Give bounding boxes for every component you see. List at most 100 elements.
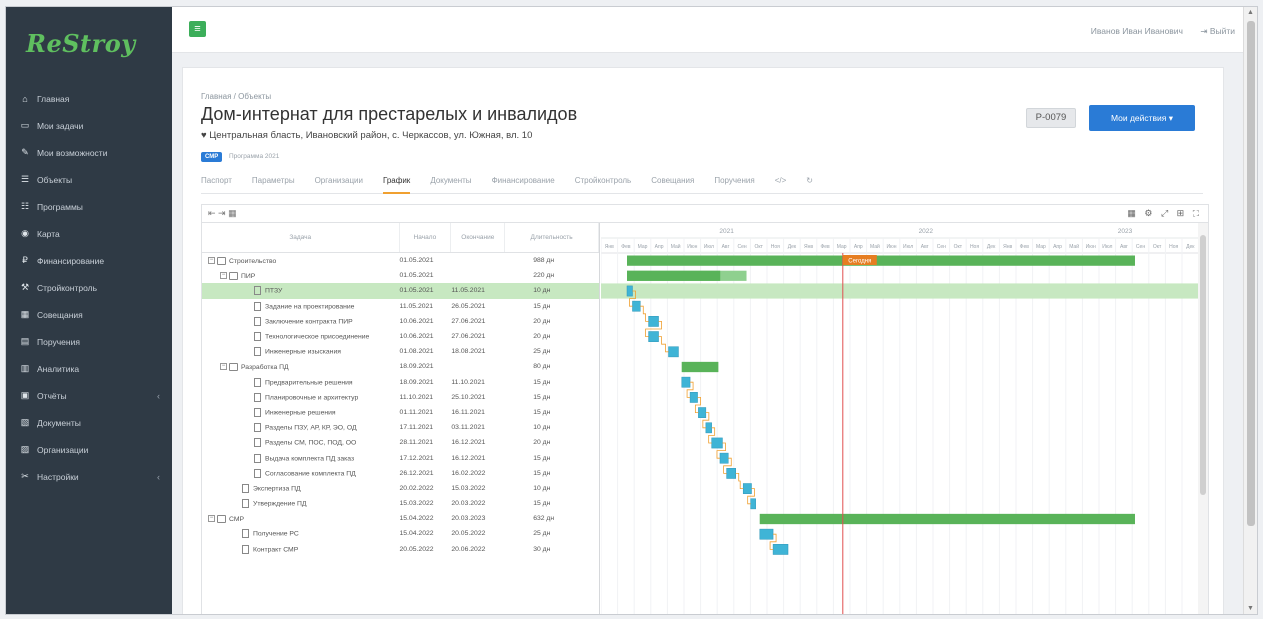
breadcrumb[interactable]: Главная / Объекты	[201, 92, 271, 101]
sidebar-item-9[interactable]: ▤ Поручения	[6, 328, 172, 355]
gantt-row[interactable]: Предварительные решения 18.09.2021 11.10.2…	[202, 375, 599, 390]
task-duration-cell[interactable]: 15 дн	[505, 455, 599, 462]
task-end-cell[interactable]: 20.03.2023	[451, 515, 505, 522]
task-start-cell[interactable]: 01.05.2021	[399, 257, 451, 264]
task-end-cell[interactable]: 11.10.2021	[451, 379, 505, 386]
collapse-toggle-icon[interactable]: −	[208, 515, 215, 523]
scroll-up-arrow-icon[interactable]: ▲	[1247, 9, 1254, 16]
task-name-cell[interactable]: Технологическое присоединение	[202, 332, 400, 342]
task-start-cell[interactable]: 01.11.2021	[400, 409, 452, 416]
gantt-row[interactable]: Заключение контракта ПИР 10.06.2021 27.06.…	[202, 314, 599, 329]
tab-8[interactable]: Поручения	[714, 168, 754, 194]
sidebar-item-11[interactable]: ▣ Отчёты ‹	[6, 382, 172, 409]
task-start-cell[interactable]: 28.11.2021	[400, 439, 452, 446]
gantt-row[interactable]: Задание на проектирование 11.05.2021 26.05…	[202, 299, 599, 314]
tab-9[interactable]: </>	[775, 168, 787, 194]
task-duration-cell[interactable]: 20 дн	[505, 318, 599, 325]
task-start-cell[interactable]: 17.12.2021	[400, 455, 452, 462]
tab-0[interactable]: Паспорт	[201, 168, 232, 194]
logout-link[interactable]: ⇥ Выйти	[1200, 26, 1235, 37]
task-start-cell[interactable]: 15.03.2022	[400, 500, 452, 507]
task-name-cell[interactable]: − Строительство	[202, 256, 399, 265]
task-duration-cell[interactable]: 10 дн	[505, 424, 599, 431]
gantt-row[interactable]: Согласование комплекта ПД 26.12.2021 16.02…	[202, 466, 599, 481]
menu-toggle-button[interactable]: ≡	[189, 21, 206, 37]
task-end-cell[interactable]: 03.11.2021	[451, 424, 505, 431]
gantt-row[interactable]: Экспертиза ПД 20.02.2022 15.03.2022 10 дн	[202, 481, 599, 496]
user-name[interactable]: Иванов Иван Иванович	[1091, 26, 1183, 36]
task-duration-cell[interactable]: 80 дн	[505, 363, 599, 370]
sidebar-item-6[interactable]: ₽ Финансирование	[6, 247, 172, 274]
task-start-cell[interactable]: 18.09.2021	[399, 363, 451, 370]
gantt-timeline[interactable]: 2021 2022 2023 Янв Фев Мар Апр Май Июн Июл Авг Сен О…	[601, 223, 1198, 614]
task-end-cell[interactable]: 20.06.2022	[451, 546, 505, 553]
gantt-row[interactable]: Инженерные решения 01.11.2021 16.11.2021 15…	[202, 405, 599, 420]
task-name-cell[interactable]: Утверждение ПД	[202, 499, 400, 509]
gantt-row[interactable]: Контракт СМР 20.05.2022 20.06.2022 30 дн	[202, 542, 599, 557]
task-duration-cell[interactable]: 15 дн	[505, 303, 599, 310]
task-duration-cell[interactable]: 988 дн	[505, 257, 599, 264]
gantt-row[interactable]: − Строительство 01.05.2021 988 дн	[202, 253, 599, 268]
task-duration-cell[interactable]: 15 дн	[505, 500, 599, 507]
task-start-cell[interactable]: 10.06.2021	[400, 333, 452, 340]
task-name-cell[interactable]: Задание на проектирование	[202, 301, 400, 311]
gantt-row[interactable]: Получение РС 15.04.2022 20.05.2022 25 дн	[202, 526, 599, 541]
task-duration-cell[interactable]: 20 дн	[505, 333, 599, 340]
task-duration-cell[interactable]: 10 дн	[505, 287, 599, 294]
sidebar-item-13[interactable]: ▨ Организации	[6, 436, 172, 463]
task-duration-cell[interactable]: 632 дн	[505, 515, 599, 522]
tab-5[interactable]: Финансирование	[492, 168, 555, 194]
tab-4[interactable]: Документы	[430, 168, 471, 194]
gantt-row[interactable]: − СМР 15.04.2022 20.03.2023 632 дн	[202, 511, 599, 526]
task-end-cell[interactable]: 20.05.2022	[451, 530, 505, 537]
task-end-cell[interactable]: 18.08.2021	[451, 348, 505, 355]
collapse-toggle-icon[interactable]: −	[208, 257, 215, 265]
column-header-task[interactable]: Задача	[202, 223, 400, 252]
task-name-cell[interactable]: Получение РС	[202, 529, 400, 539]
task-duration-cell[interactable]: 25 дн	[505, 530, 599, 537]
sidebar-item-12[interactable]: ▧ Документы	[6, 409, 172, 436]
task-name-cell[interactable]: Заключение контракта ПИР	[202, 316, 400, 326]
scroll-down-arrow-icon[interactable]: ▼	[1247, 605, 1254, 612]
task-name-cell[interactable]: Планировочные и архитектур	[202, 392, 400, 402]
sidebar-item-1[interactable]: ▭ Мои задачи	[6, 112, 172, 139]
gantt-nav-controls[interactable]: ⇤ ⇥ ▦	[208, 208, 237, 219]
gantt-row[interactable]: Утверждение ПД 15.03.2022 20.03.2022 15 дн	[202, 496, 599, 511]
task-end-cell[interactable]: 15.03.2022	[451, 485, 505, 492]
gantt-row[interactable]: Разделы ПЗУ, АР, КР, ЭО, ОД 17.11.2021 03.…	[202, 420, 599, 435]
task-end-cell[interactable]: 11.05.2021	[451, 287, 505, 294]
task-end-cell[interactable]: 27.06.2021	[451, 318, 505, 325]
task-end-cell[interactable]: 16.02.2022	[451, 470, 505, 477]
task-name-cell[interactable]: − ПИР	[202, 271, 399, 280]
task-start-cell[interactable]: 17.11.2021	[400, 424, 452, 431]
sidebar-item-4[interactable]: ☷ Программы	[6, 193, 172, 220]
sidebar-item-8[interactable]: ▦ Совещания	[6, 301, 172, 328]
task-duration-cell[interactable]: 220 дн	[505, 272, 599, 279]
task-name-cell[interactable]: ПТЗУ	[202, 286, 400, 296]
task-duration-cell[interactable]: 30 дн	[505, 546, 599, 553]
gantt-row[interactable]: Технологическое присоединение 10.06.2021 2…	[202, 329, 599, 344]
task-start-cell[interactable]: 10.06.2021	[400, 318, 452, 325]
task-name-cell[interactable]: Разделы ПЗУ, АР, КР, ЭО, ОД	[202, 423, 400, 433]
tab-2[interactable]: Организации	[315, 168, 363, 194]
task-start-cell[interactable]: 01.05.2021	[400, 287, 452, 294]
task-duration-cell[interactable]: 10 дн	[505, 485, 599, 492]
task-name-cell[interactable]: Контракт СМР	[202, 544, 400, 554]
app-logo[interactable]: ReStroy	[26, 29, 136, 58]
task-duration-cell[interactable]: 15 дн	[505, 470, 599, 477]
task-end-cell[interactable]: 26.05.2021	[451, 303, 505, 310]
gantt-row[interactable]: Выдача комплекта ПД заказ 17.12.2021 16.12…	[202, 450, 599, 465]
task-start-cell[interactable]: 18.09.2021	[400, 379, 452, 386]
gantt-row[interactable]: ПТЗУ 01.05.2021 11.05.2021 10 дн	[202, 283, 599, 299]
tab-3[interactable]: График	[382, 168, 411, 194]
gantt-row[interactable]: Инженерные изыскания 01.08.2021 18.08.2021…	[202, 344, 599, 359]
task-start-cell[interactable]: 20.05.2022	[400, 546, 452, 553]
task-end-cell[interactable]: 16.12.2021	[451, 455, 505, 462]
gantt-row[interactable]: − Разработка ПД 18.09.2021 80 дн	[202, 359, 599, 374]
task-duration-cell[interactable]: 15 дн	[505, 394, 599, 401]
task-duration-cell[interactable]: 15 дн	[505, 409, 599, 416]
my-actions-button[interactable]: Мои действия ▾	[1089, 105, 1195, 131]
sidebar-item-2[interactable]: ✎ Мои возможности	[6, 139, 172, 166]
task-name-cell[interactable]: − СМР	[202, 514, 399, 523]
gantt-row[interactable]: − ПИР 01.05.2021 220 дн	[202, 268, 599, 283]
